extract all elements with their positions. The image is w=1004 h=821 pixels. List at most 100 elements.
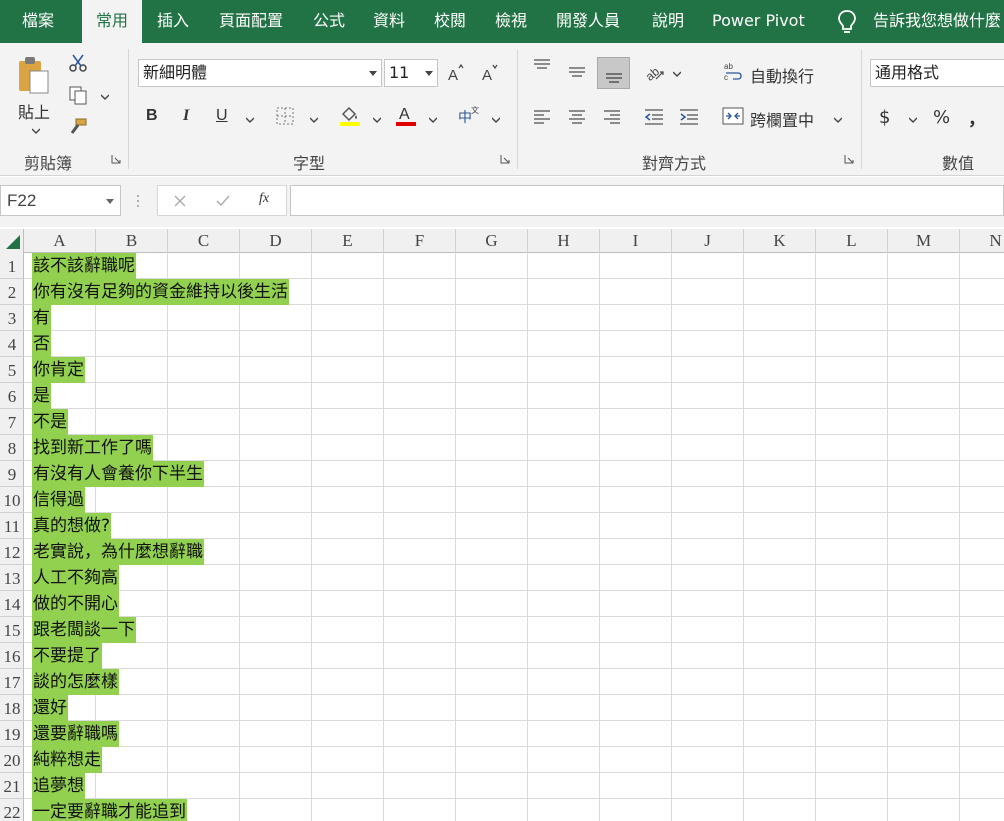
cell-a16[interactable]: 不要提了 xyxy=(32,643,102,669)
cell-a21[interactable]: 追夢想 xyxy=(32,773,85,799)
fill-color-icon[interactable] xyxy=(338,103,362,127)
cell-a5[interactable]: 你肯定 xyxy=(32,357,85,383)
tab-formulas[interactable]: 公式 xyxy=(313,0,345,43)
cell-a9[interactable]: 有沒有人會養你下半生 xyxy=(32,461,204,487)
row-header-2[interactable]: 2 xyxy=(0,279,24,305)
decrease-indent-icon[interactable] xyxy=(643,107,665,127)
font-color-icon[interactable]: A xyxy=(394,103,418,127)
column-header-j[interactable]: J xyxy=(672,229,744,253)
borders-icon[interactable] xyxy=(276,107,294,125)
align-center-icon[interactable] xyxy=(567,107,587,127)
cell-a20[interactable]: 純粹想走 xyxy=(32,747,102,773)
increase-indent-icon[interactable] xyxy=(678,107,700,127)
insert-function-button[interactable]: fx xyxy=(259,191,269,207)
select-all-triangle-icon[interactable] xyxy=(0,229,24,253)
row-header-14[interactable]: 14 xyxy=(0,591,24,617)
cell-a14[interactable]: 做的不開心 xyxy=(32,591,119,617)
column-header-f[interactable]: F xyxy=(384,229,456,253)
align-left-icon[interactable] xyxy=(532,107,552,127)
copy-icon[interactable] xyxy=(68,85,88,105)
tab-developer[interactable]: 開發人員 xyxy=(556,0,620,43)
paste-icon[interactable] xyxy=(16,55,52,95)
align-right-icon[interactable] xyxy=(602,107,622,127)
cell-a1[interactable]: 該不該辭職呢 xyxy=(32,253,136,279)
row-header-9[interactable]: 9 xyxy=(0,461,24,487)
cell-a3[interactable]: 有 xyxy=(32,305,51,331)
increase-font-size-icon[interactable]: A xyxy=(446,63,466,83)
orientation-dropdown-icon[interactable] xyxy=(673,70,681,78)
comma-button[interactable]: ， xyxy=(968,105,986,131)
chevron-down-icon[interactable] xyxy=(425,71,433,76)
fill-color-dropdown-icon[interactable] xyxy=(373,116,381,124)
currency-dropdown-icon[interactable] xyxy=(909,116,917,124)
cell-a11[interactable]: 真的想做? xyxy=(32,513,112,539)
row-header-16[interactable]: 16 xyxy=(0,643,24,669)
orientation-icon[interactable]: ab xyxy=(644,61,666,83)
tab-file[interactable]: 檔案 xyxy=(22,0,54,43)
underline-button[interactable]: U xyxy=(216,107,228,125)
cell-a4[interactable]: 否 xyxy=(32,331,51,357)
row-header-17[interactable]: 17 xyxy=(0,669,24,695)
column-header-d[interactable]: D xyxy=(240,229,312,253)
chevron-down-icon[interactable] xyxy=(106,199,114,204)
cancel-icon[interactable] xyxy=(173,194,187,208)
align-middle-icon[interactable] xyxy=(567,63,587,83)
column-header-n[interactable]: N xyxy=(960,229,1004,253)
column-header-i[interactable]: I xyxy=(600,229,672,253)
name-box[interactable]: F22 xyxy=(0,185,121,216)
row-header-4[interactable]: 4 xyxy=(0,331,24,357)
tab-insert[interactable]: 插入 xyxy=(157,0,189,43)
column-header-a[interactable]: A xyxy=(24,229,96,253)
font-launcher-icon[interactable] xyxy=(500,154,510,164)
cell-a12[interactable]: 老實說，為什麼想辭職 xyxy=(32,539,204,565)
column-header-l[interactable]: L xyxy=(816,229,888,253)
alignment-launcher-icon[interactable] xyxy=(844,154,854,164)
column-header-m[interactable]: M xyxy=(888,229,960,253)
enter-check-icon[interactable] xyxy=(216,194,230,208)
cell-a13[interactable]: 人工不夠高 xyxy=(32,565,119,591)
tab-review[interactable]: 校閱 xyxy=(434,0,466,43)
cell-a6[interactable]: 是 xyxy=(32,383,51,409)
tab-page-layout[interactable]: 頁面配置 xyxy=(219,0,283,43)
row-header-20[interactable]: 20 xyxy=(0,747,24,773)
column-header-b[interactable]: B xyxy=(96,229,168,253)
cell-a7[interactable]: 不是 xyxy=(32,409,68,435)
row-header-5[interactable]: 5 xyxy=(0,357,24,383)
copy-dropdown-icon[interactable] xyxy=(101,93,109,101)
row-header-3[interactable]: 3 xyxy=(0,305,24,331)
decrease-font-size-icon[interactable]: A xyxy=(480,63,500,83)
row-header-8[interactable]: 8 xyxy=(0,435,24,461)
clipboard-launcher-icon[interactable] xyxy=(111,154,121,164)
currency-button[interactable]: $ xyxy=(879,107,890,128)
column-header-g[interactable]: G xyxy=(456,229,528,253)
align-bottom-icon[interactable] xyxy=(604,65,624,85)
row-header-18[interactable]: 18 xyxy=(0,695,24,721)
tab-power-pivot[interactable]: Power Pivot xyxy=(712,0,805,43)
column-header-c[interactable]: C xyxy=(168,229,240,253)
underline-dropdown-icon[interactable] xyxy=(246,116,254,124)
row-header-10[interactable]: 10 xyxy=(0,487,24,513)
cut-icon[interactable] xyxy=(68,53,88,73)
font-name-combo[interactable]: 新細明體 xyxy=(138,59,382,87)
cells-area[interactable]: 該不該辭職呢 你有沒有足夠的資金維持以後生活有否你肯定是不是 找到新工作了嗎 有沒有人… xyxy=(24,253,1004,821)
italic-button[interactable]: I xyxy=(183,107,189,125)
cell-a17[interactable]: 談的怎麼樣 xyxy=(32,669,119,695)
row-header-21[interactable]: 21 xyxy=(0,773,24,799)
bold-button[interactable]: B xyxy=(146,107,158,125)
tab-view[interactable]: 檢視 xyxy=(495,0,527,43)
cell-a15[interactable]: 跟老闆談一下 xyxy=(32,617,136,643)
tab-help[interactable]: 說明 xyxy=(652,0,684,43)
row-header-1[interactable]: 1 xyxy=(0,253,24,279)
tab-home[interactable]: 常用 xyxy=(82,0,142,43)
cell-a2[interactable]: 你有沒有足夠的資金維持以後生活 xyxy=(32,279,289,305)
align-top-icon[interactable] xyxy=(532,57,552,77)
number-format-combo[interactable]: 通用格式 xyxy=(870,59,1004,87)
percent-button[interactable]: % xyxy=(933,107,950,128)
column-header-e[interactable]: E xyxy=(312,229,384,253)
font-color-dropdown-icon[interactable] xyxy=(429,116,437,124)
merge-dropdown-icon[interactable] xyxy=(834,116,842,124)
row-header-12[interactable]: 12 xyxy=(0,539,24,565)
paste-dropdown-icon[interactable] xyxy=(32,127,40,135)
font-size-combo[interactable]: 11 xyxy=(384,59,438,87)
chevron-down-icon[interactable] xyxy=(369,71,377,76)
